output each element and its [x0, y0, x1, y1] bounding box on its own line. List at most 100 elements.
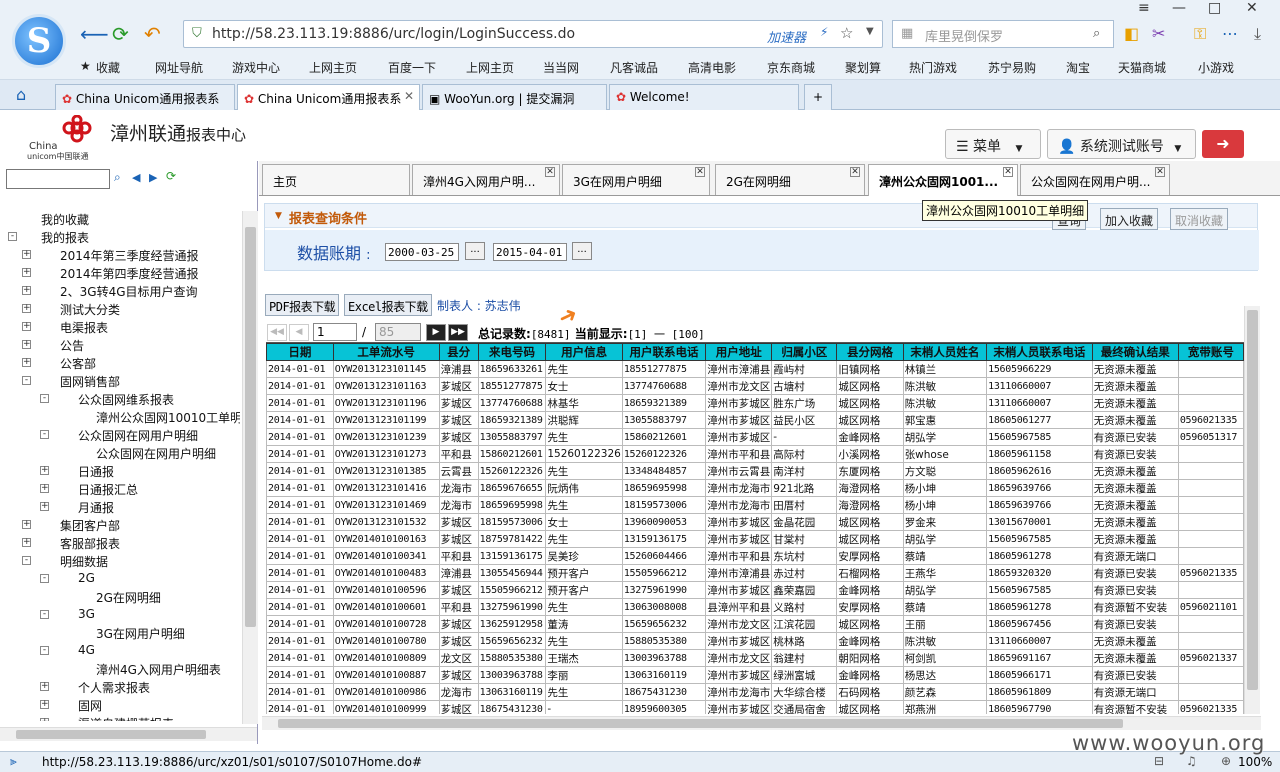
- scroll-thumb[interactable]: [245, 227, 256, 627]
- table-row[interactable]: 2014-01-01 OYW2014010100986 龙海市 13063160119…: [266, 683, 1244, 701]
- expand-icon[interactable]: +: [22, 268, 31, 277]
- fav-item[interactable]: 聚划算: [845, 59, 881, 76]
- tree-item[interactable]: 漳州公众固网10010工单明细: [0, 409, 240, 427]
- fav-item[interactable]: 百度一下: [388, 59, 436, 76]
- tree-item[interactable]: +2014年第四季度经营通报: [0, 265, 240, 283]
- column-header[interactable]: 归属小区: [771, 343, 838, 361]
- fav-item[interactable]: 上网主页: [466, 59, 514, 76]
- table-row[interactable]: 2014-01-01 OYW2013123101532 芗城区 18159573006…: [266, 513, 1244, 531]
- scroll-thumb[interactable]: [16, 730, 206, 739]
- key-icon[interactable]: ⚿: [1194, 24, 1206, 44]
- refresh-icon[interactable]: ⟳: [112, 22, 129, 46]
- fav-item[interactable]: 凡客诚品: [610, 59, 658, 76]
- tab-report[interactable]: 3G在网用户明细 ✕: [562, 164, 710, 195]
- date-from-input[interactable]: 2000-03-25: [385, 243, 459, 261]
- excel-download-button[interactable]: Excel报表下载: [344, 294, 432, 316]
- pdf-download-button[interactable]: PDF报表下载: [265, 294, 340, 316]
- undo-icon[interactable]: ↶: [144, 22, 161, 46]
- dropdown-arrow-icon[interactable]: ▼: [866, 26, 874, 37]
- tree-item[interactable]: - 固网销售部: [0, 373, 240, 391]
- table-row[interactable]: 2014-01-01 OYW2014010100999 芗城区 18675431230…: [266, 700, 1244, 714]
- sound-icon[interactable]: ♫: [1186, 754, 1197, 768]
- tree-item[interactable]: 2G在网明细: [0, 589, 240, 607]
- tree-item[interactable]: - 2G: [0, 571, 240, 589]
- collapse-icon[interactable]: -: [40, 646, 49, 655]
- search-icon[interactable]: ⌕: [114, 170, 121, 185]
- fav-item[interactable]: 当当网: [543, 59, 579, 76]
- table-row[interactable]: 2014-01-01 OYW2013123101145 漳浦县 18659633261…: [266, 360, 1244, 378]
- tab-report[interactable]: 2G在网明细 ✕: [715, 164, 865, 195]
- expand-icon[interactable]: +: [22, 538, 31, 547]
- table-row[interactable]: 2014-01-01 OYW2013123101196 芗城区 13774760688…: [266, 394, 1244, 412]
- tree-item[interactable]: - 公众固网在网用户明细: [0, 427, 240, 445]
- tree-item[interactable]: - 我的报表: [0, 229, 240, 247]
- scroll-thumb[interactable]: [1247, 310, 1258, 690]
- tree-item[interactable]: + 集团客户部: [0, 517, 240, 535]
- column-header[interactable]: 用户联系电话: [621, 343, 707, 361]
- expand-icon[interactable]: +: [40, 682, 49, 691]
- maximize-icon[interactable]: □: [1208, 0, 1221, 16]
- tab-report[interactable]: 漳州4G入网用户明... ✕: [412, 164, 560, 195]
- first-page-icon[interactable]: ◀◀: [267, 324, 287, 341]
- tab-report-active[interactable]: 漳州公众固网1001... ✕: [868, 164, 1018, 196]
- close-tab-icon[interactable]: ✕: [695, 167, 705, 177]
- address-bar[interactable]: ⛉ http://58.23.113.19:8886/urc/login/Log…: [183, 20, 883, 48]
- tree-item[interactable]: - 4G: [0, 643, 240, 661]
- tree-item[interactable]: + 渠道自建栅草报表: [0, 715, 240, 721]
- column-header[interactable]: 工单流水号: [332, 343, 440, 361]
- fav-item[interactable]: 上网主页: [309, 59, 357, 76]
- table-row[interactable]: 2014-01-01 OYW2013123101385 云霄县 15260122326…: [266, 462, 1244, 480]
- account-button[interactable]: 👤 系统测试账号 ▼: [1047, 129, 1196, 159]
- collapse-icon[interactable]: -: [40, 430, 49, 439]
- tree-item[interactable]: + 固网: [0, 697, 240, 715]
- column-header[interactable]: 县分网格: [836, 343, 904, 361]
- collapse-icon[interactable]: -: [40, 574, 49, 583]
- tree-item[interactable]: +2、3G转4G目标用户查询: [0, 283, 240, 301]
- table-row[interactable]: 2014-01-01 OYW2014010100728 芗城区 13625912958…: [266, 615, 1244, 633]
- column-header[interactable]: 宽带账号: [1177, 343, 1244, 361]
- fav-item[interactable]: 京东商城: [767, 59, 815, 76]
- last-page-icon[interactable]: ▶▶: [448, 324, 468, 341]
- column-header[interactable]: 县分: [438, 343, 479, 361]
- close-tab-icon[interactable]: ✕: [1155, 167, 1165, 177]
- table-row[interactable]: 2014-01-01 OYW2013123101199 芗城区 18659321389…: [266, 411, 1244, 429]
- table-row[interactable]: 2014-01-01 OYW2013123101273 平和县 15860212601…: [266, 445, 1244, 463]
- download-icon[interactable]: ⤓: [1254, 24, 1261, 44]
- column-header[interactable]: 来电号码: [477, 343, 547, 361]
- close-tab-icon[interactable]: ✕: [1003, 167, 1013, 177]
- table-row[interactable]: 2014-01-01 OYW2013123101163 芗城区 18551277875…: [266, 377, 1244, 395]
- expand-icon[interactable]: +: [22, 304, 31, 313]
- table-row[interactable]: 2014-01-01 OYW2014010100809 龙文区 15880535380…: [266, 649, 1244, 667]
- table-row[interactable]: 2014-01-01 OYW2014010100483 漳浦县 13055456944…: [266, 564, 1244, 582]
- table-row[interactable]: 2014-01-01 OYW2014010100341 平和县 13159136175…: [266, 547, 1244, 565]
- tools-icon[interactable]: ✂: [1152, 24, 1165, 43]
- collapse-icon[interactable]: -: [40, 610, 49, 619]
- tree-item[interactable]: + 月通报: [0, 499, 240, 517]
- expand-icon[interactable]: +: [22, 286, 31, 295]
- date-to-input[interactable]: 2015-04-01: [493, 243, 567, 261]
- collapse-icon[interactable]: -: [22, 376, 31, 385]
- expand-icon[interactable]: +: [22, 322, 31, 331]
- scroll-thumb[interactable]: [278, 719, 1123, 728]
- browser-tab[interactable]: ▣ WooYun.org | 提交漏洞: [422, 84, 607, 110]
- table-row[interactable]: 2014-01-01 OYW2014010100887 芗城区 13003963788…: [266, 666, 1244, 684]
- collapse-icon[interactable]: ▼: [275, 211, 282, 221]
- next-page-icon[interactable]: ▶: [426, 324, 446, 341]
- page-input[interactable]: 1: [313, 323, 357, 341]
- column-header[interactable]: 末梢人员联系电话: [986, 343, 1093, 361]
- minimize-icon[interactable]: —: [1172, 0, 1186, 16]
- table-row[interactable]: 2014-01-01 OYW2014010100601 平和县 13275961990…: [266, 598, 1244, 616]
- tree-item[interactable]: 公众固网在网用户明细: [0, 445, 240, 463]
- collapse-icon[interactable]: -: [22, 556, 31, 565]
- grid-vertical-scrollbar[interactable]: [1244, 306, 1260, 714]
- expand-icon[interactable]: +: [40, 718, 49, 721]
- add-favorite-button[interactable]: 加入收藏: [1100, 208, 1159, 230]
- tree-item[interactable]: + 测试大分类: [0, 301, 240, 319]
- fav-item[interactable]: 热门游戏: [909, 59, 957, 76]
- browser-tab-active[interactable]: ✿ China Unicom通用报表系 ✕: [237, 84, 420, 110]
- expand-icon[interactable]: +: [22, 358, 31, 367]
- column-header[interactable]: 日期: [266, 343, 334, 361]
- expand-icon[interactable]: +: [40, 466, 49, 475]
- table-row[interactable]: 2014-01-01 OYW2014010100780 芗城区 15659656232…: [266, 632, 1244, 650]
- tree-item[interactable]: - 3G: [0, 607, 240, 625]
